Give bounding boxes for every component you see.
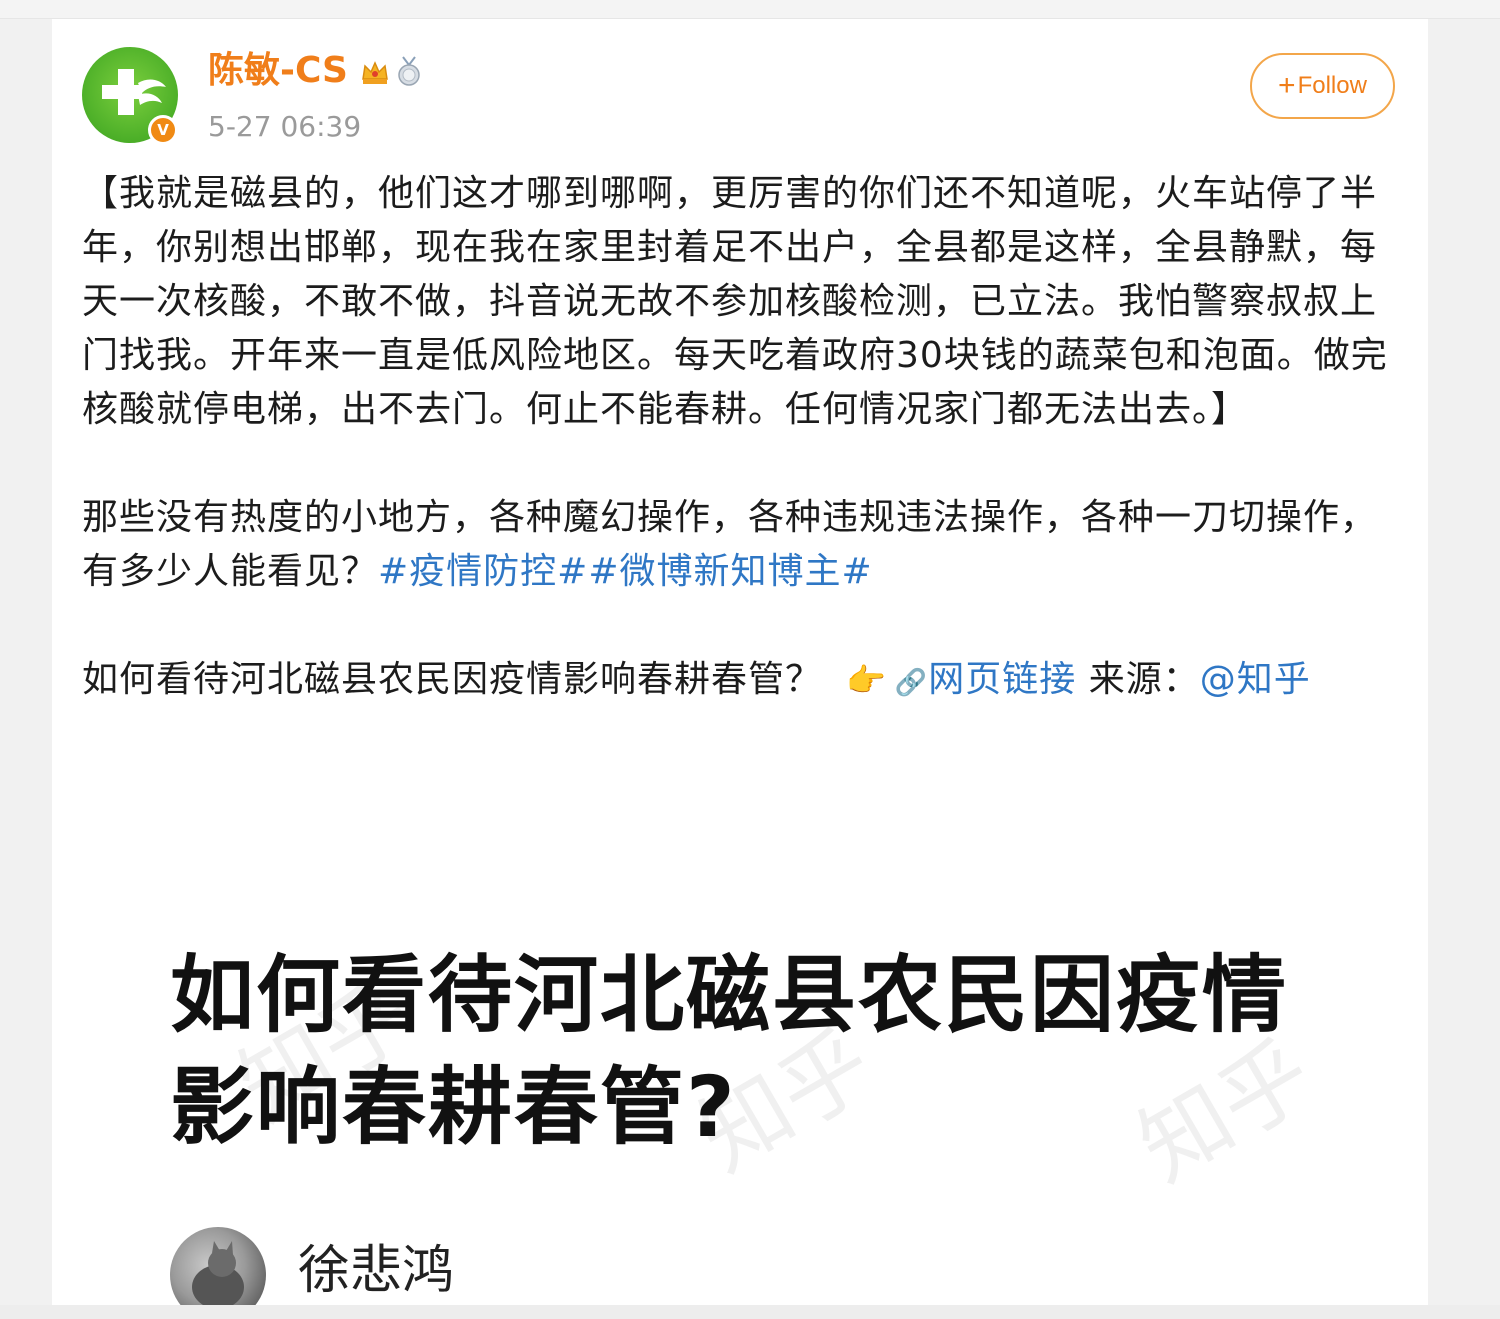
post-paragraph-2: 那些没有热度的小地方，各种魔幻操作，各种违规违法操作，各种一刀切操作，有多少人能… (82, 491, 1398, 599)
top-strip (0, 0, 1500, 19)
post-paragraph-1: 【我就是磁县的，他们这才哪到哪啊，更厉害的你们还不知道呢，火车站停了半年，你别想… (82, 173, 1388, 430)
follow-button[interactable]: + Follow (1250, 53, 1395, 119)
author-name[interactable]: 陈敏-CS (208, 49, 348, 93)
source-label: 来源： (1076, 659, 1200, 700)
post-timestamp: 5-27 06:39 (208, 110, 362, 143)
cat-photo-icon (192, 1241, 244, 1305)
crown-icon (362, 61, 388, 84)
preview-author-name: 徐悲鸿 (298, 1241, 455, 1301)
medal-icon (398, 56, 420, 86)
preview-title: 如何看待河北磁县农民因疫情影响春耕春管? (170, 946, 1289, 1156)
weibo-post-card: V 陈敏-CS 5-27 06:39 + Follow 【我就是磁县的，他们这才… (52, 19, 1428, 1305)
pointing-hand-icon: 👉 (846, 661, 887, 699)
paragraph-3-text: 如何看待河北磁县农民因疫情影响春耕春管？ (82, 659, 823, 700)
preview-author-avatar (170, 1227, 266, 1305)
source-mention-zhihu[interactable]: @知乎 (1200, 659, 1311, 700)
plus-icon: + (1278, 69, 1296, 102)
post-body: 【我就是磁县的，他们这才哪到哪啊，更厉害的你们还不知道呢，火车站停了半年，你别想… (82, 167, 1398, 764)
verified-v-icon: V (148, 115, 178, 145)
hashtag-new-knowledge-blogger[interactable]: #微博新知博主# (588, 551, 872, 592)
web-link[interactable]: 网页链接 (928, 659, 1076, 700)
hashtag-epidemic-control[interactable]: #疫情防控# (378, 551, 588, 592)
bottom-strip (0, 1305, 1500, 1319)
link-preview-image[interactable]: 知乎 知乎 知乎 如何看待河北磁县农民因疫情影响春耕春管? 徐悲鸿 (52, 899, 1428, 1305)
link-icon: 🔗 (894, 668, 929, 698)
post-paragraph-3: 如何看待河北磁县农民因疫情影响春耕春管？ 👉 🔗网页链接 来源：@知乎 (82, 653, 1398, 710)
follow-label: Follow (1297, 72, 1367, 99)
